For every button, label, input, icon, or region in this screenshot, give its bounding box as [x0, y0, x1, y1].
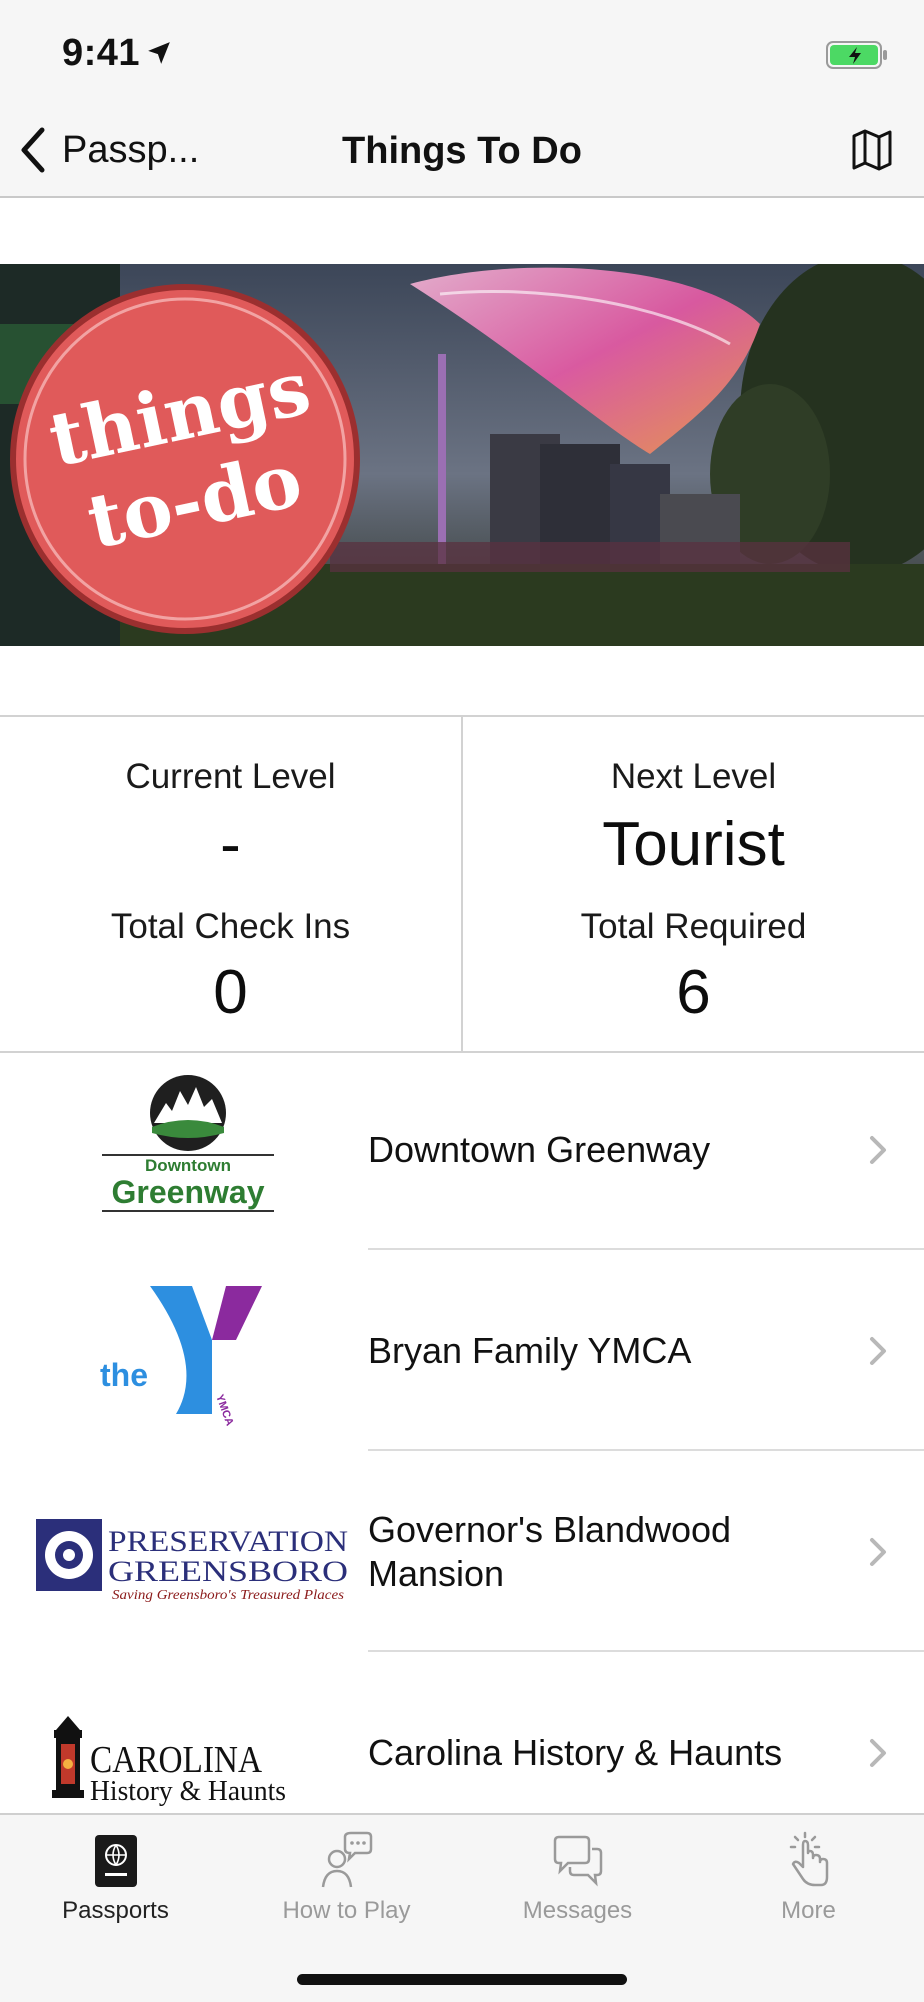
svg-text:the: the: [100, 1357, 148, 1393]
chevron-left-icon: [21, 127, 45, 173]
hero-image: things to-do: [0, 264, 924, 646]
preservation-greensboro-logo: PRESERVATION GREENSBORO Saving Greensbor…: [36, 1519, 348, 1603]
tab-label: How to Play: [282, 1897, 411, 1924]
svg-text:Greenway: Greenway: [112, 1174, 265, 1210]
current-level-label: Current Level: [125, 757, 336, 796]
passport-icon: [95, 1835, 137, 1887]
chevron-right-icon: [870, 1136, 886, 1164]
list-item-label: Governor's Blandwood Mansion: [368, 1508, 732, 1594]
tab-label: Messages: [522, 1897, 633, 1924]
back-button[interactable]: Passp...: [16, 120, 199, 180]
chevron-right-icon: [870, 1739, 886, 1767]
level-stats-panel: Current Level - Total Check Ins 0 Next L…: [0, 715, 924, 1053]
svg-text:History & Haunts: History & Haunts: [90, 1776, 286, 1807]
next-level-column: Next Level Tourist Total Required 6: [463, 717, 924, 1051]
things-to-do-list: Downtown Greenway Downtown Greenway the …: [0, 1049, 924, 1813]
carolina-history-haunts-logo: CAROLINA History & Haunts: [52, 1716, 286, 1807]
total-required-label: Total Required: [580, 907, 807, 946]
list-item-label: Bryan Family YMCA: [368, 1329, 692, 1371]
total-required-value: 6: [676, 958, 711, 1027]
svg-text:Downtown: Downtown: [145, 1156, 231, 1175]
list-item-governors-blandwood-mansion[interactable]: PRESERVATION GREENSBORO Saving Greensbor…: [0, 1451, 924, 1652]
ymca-logo: the YMCA: [100, 1286, 262, 1426]
total-checkins-value: 0: [213, 958, 248, 1027]
svg-text:GREENSBORO: GREENSBORO: [108, 1555, 348, 1588]
total-checkins-label: Total Check Ins: [110, 907, 351, 946]
chevron-right-icon: [870, 1538, 886, 1566]
tab-more[interactable]: More: [693, 1815, 924, 1945]
list-item-label: Carolina History & Haunts: [368, 1731, 783, 1773]
tab-label: More: [781, 1897, 836, 1924]
map-icon[interactable]: [850, 126, 894, 174]
svg-text:Saving Greensboro's Treasured: Saving Greensboro's Treasured Places: [112, 1588, 345, 1603]
list-item-bryan-family-ymca[interactable]: the YMCA Bryan Family YMCA: [0, 1250, 924, 1451]
next-level-value: Tourist: [602, 810, 785, 879]
list-item-carolina-history-haunts[interactable]: CAROLINA History & Haunts Carolina Histo…: [0, 1652, 924, 1813]
svg-text:PRESERVATION: PRESERVATION: [108, 1525, 348, 1558]
list-item-downtown-greenway[interactable]: Downtown Greenway Downtown Greenway: [0, 1049, 924, 1250]
more-icon: [789, 1831, 829, 1887]
current-level-value: -: [220, 810, 241, 879]
list-item-label: Downtown Greenway: [368, 1128, 711, 1170]
how-to-play-icon: [321, 1831, 373, 1888]
home-indicator: [297, 1974, 627, 1985]
status-time: 9:41: [62, 32, 141, 74]
tab-how-to-play[interactable]: How to Play: [231, 1815, 462, 1945]
tab-passports[interactable]: Passports: [0, 1815, 231, 1945]
svg-text:CAROLINA: CAROLINA: [90, 1739, 262, 1781]
status-bar: 9:41: [0, 0, 924, 110]
location-arrow-icon: [148, 42, 170, 64]
battery-icon: [826, 41, 887, 69]
back-button-label: Passp...: [62, 128, 200, 171]
navigation-bar: Things To Do Passp...: [0, 110, 924, 198]
tab-bar: Passports How to Play Messages More: [0, 1813, 924, 2002]
downtown-greenway-logo: Downtown Greenway: [102, 1075, 274, 1212]
current-level-column: Current Level - Total Check Ins 0: [0, 717, 463, 1051]
next-level-label: Next Level: [610, 757, 777, 796]
messages-icon: [553, 1835, 603, 1887]
chevron-right-icon: [870, 1337, 886, 1365]
hero-banner: things to-do: [0, 264, 924, 646]
tab-messages[interactable]: Messages: [462, 1815, 693, 1945]
svg-text:YMCA: YMCA: [213, 1393, 235, 1426]
tab-label: Passports: [62, 1897, 169, 1924]
